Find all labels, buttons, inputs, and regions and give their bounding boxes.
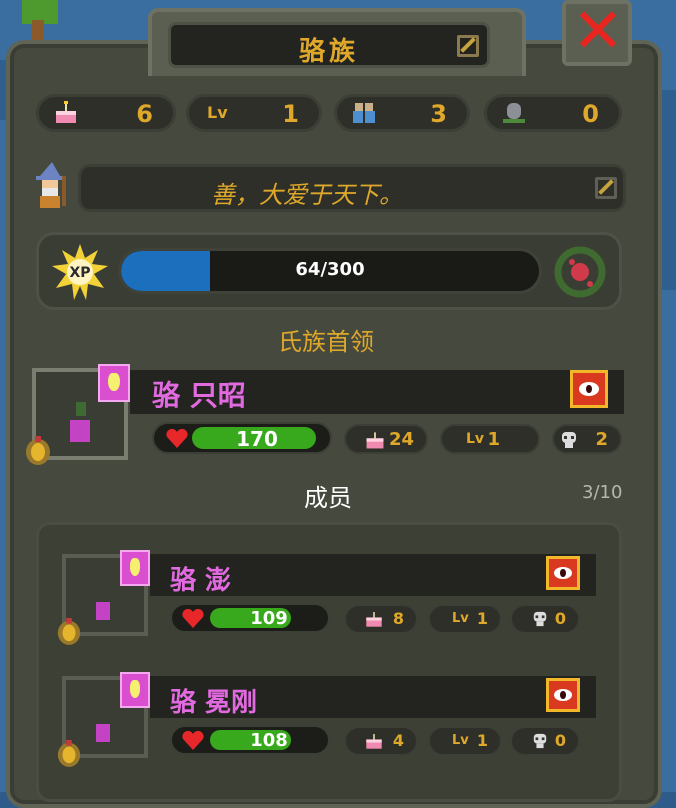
leader-skulls-value: 2 [595,429,608,450]
leader-cake-value: 24 [388,429,414,450]
member-level-value: 1 [476,731,488,750]
cake-icon [56,101,76,123]
level-icon: Lv [452,733,469,748]
member-hp-value: 109 [250,608,288,629]
leader-hp-bar: 170 [152,422,332,454]
foot-icon [98,364,130,402]
member-skulls-value: 0 [554,609,566,628]
member-level: Lv 1 [428,726,502,756]
members-count-label: 3/10 [582,482,623,503]
stat-members: 3 [334,94,470,132]
cake-count: 6 [136,100,153,128]
member-level-value: 1 [476,609,488,628]
member-hp-bar: 108 [170,725,330,755]
member-cake: 8 [344,604,418,634]
title-bar: 骆族 [168,22,490,68]
stat-graves: 0 [484,94,622,132]
xp-badge-label: XP [69,265,90,281]
member-cake-value: 4 [392,731,404,750]
member-name: 骆 冕刚 [170,688,258,718]
leader-level-value: 1 [487,429,500,450]
heart-icon [182,731,204,750]
level-value: 1 [282,100,299,128]
member-skulls: 0 [510,726,580,756]
level-icon: Lv [452,611,469,626]
leader-skulls: 2 [552,424,622,454]
eye-icon[interactable] [570,370,608,408]
sun-xp-icon: XP [52,244,108,300]
motto-box[interactable]: 善，大爱于天下。 [78,164,626,212]
clan-motto: 善，大爱于天下。 [211,181,403,209]
member-hp-value: 108 [250,730,288,751]
leader-section-label: 氏族首领 [278,328,374,356]
member-hp-bar: 109 [170,603,330,633]
graves-count: 0 [582,100,599,128]
beetle-icon [57,618,81,645]
beetle-icon [26,436,50,465]
close-icon: ✕ [572,0,624,67]
member-skulls: 0 [510,604,580,634]
grave-icon [503,103,525,123]
member-name: 骆 澎 [170,566,232,596]
members-count: 3 [430,100,447,128]
xp-text: 64/300 [295,259,365,280]
leader-level: Lv 1 [440,424,540,454]
cake-icon [366,734,382,749]
member-cake-value: 8 [392,609,404,628]
foot-icon [120,550,150,586]
eye-icon[interactable] [546,678,580,712]
edit-icon[interactable] [457,35,479,57]
members-section-label: 成员 [304,484,352,512]
edit-motto-icon[interactable] [595,177,617,199]
member-cake: 4 [344,726,418,756]
member-skulls-value: 0 [554,731,566,750]
level-icon: Lv [466,431,485,447]
rose-wreath-icon [554,246,606,298]
wizard-icon [36,162,66,208]
close-button[interactable]: ✕ [562,0,632,66]
skull-icon [533,733,547,749]
cake-icon [366,612,382,627]
xp-bar: 64/300 [118,248,542,294]
beetle-icon [57,740,81,767]
heart-icon [182,609,204,628]
members-icon [353,103,375,123]
leader-cake: 24 [344,424,428,454]
eye-icon[interactable] [546,556,580,590]
clan-title: 骆族 [298,37,359,67]
stat-level: Lv 1 [186,94,322,132]
member-level: Lv 1 [428,604,502,634]
cake-icon [366,432,384,449]
heart-icon [166,429,188,448]
foot-icon [120,672,150,708]
stat-cake: 6 [36,94,176,132]
leader-hp-value: 170 [236,427,278,451]
skull-icon [562,432,576,448]
skull-icon [533,611,547,627]
leader-name: 骆 只昭 [152,379,246,412]
level-icon: Lv [207,103,228,122]
